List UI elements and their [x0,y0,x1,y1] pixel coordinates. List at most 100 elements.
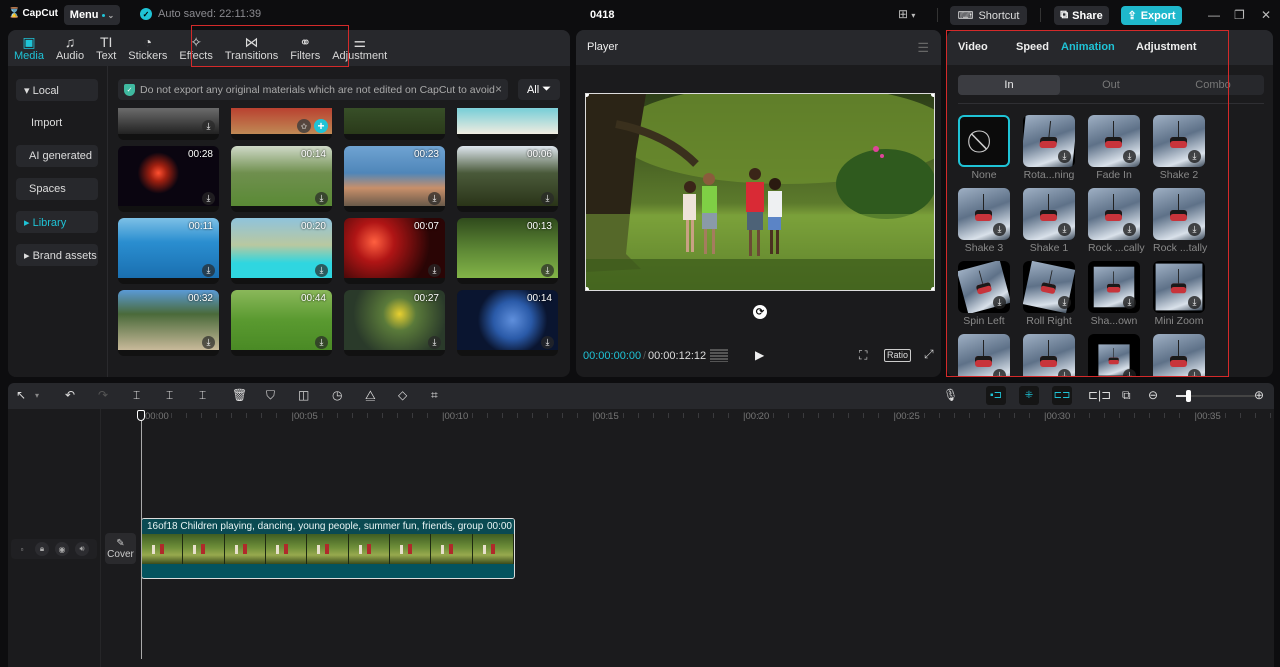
tab-filters[interactable]: ⚭ Filters [284,30,326,66]
animation-preset[interactable]: ⤓ Shake 3 [958,188,1010,254]
filter-dropdown[interactable]: All ⏷ [518,79,560,100]
tab-animation[interactable]: Animation [1061,41,1115,53]
media-item[interactable]: 00:28 ⤓ [118,146,219,212]
media-item[interactable]: 00:32 ⤓ [118,290,219,356]
playhead-handle[interactable] [137,410,145,421]
playhead-line[interactable] [141,411,142,659]
segment-out[interactable]: Out [1060,75,1162,95]
download-icon[interactable]: ⤓ [315,192,328,205]
chevron-down-icon[interactable]: ▾ [35,391,39,400]
rotate-icon[interactable]: ⟳ [753,305,767,319]
cover-button[interactable]: ✎ Cover [105,533,136,564]
download-icon[interactable]: ⤓ [1058,150,1071,163]
media-item[interactable]: 00:11 ⤓ [118,218,219,284]
zoom-out-icon[interactable]: ⊖ [1148,388,1158,402]
delete-icon[interactable]: 🗑 [232,388,247,402]
zoom-in-icon[interactable]: ⊕ [1254,388,1264,402]
download-icon[interactable]: ⤓ [993,369,1006,377]
mirror-icon[interactable]: ⧋ [365,388,376,403]
download-icon[interactable]: ⤓ [202,264,215,277]
animation-preset[interactable]: ⤓ Spin Left [958,261,1010,327]
export-button[interactable]: ⇪ Export [1121,6,1182,25]
download-icon[interactable]: ⤓ [1123,369,1136,377]
segment-combo[interactable]: Combo [1162,75,1264,95]
media-item[interactable]: 00:06 ⤓ [457,146,558,212]
animation-preset[interactable]: ⤓ Rock ...cally [1088,188,1145,254]
animation-preset[interactable]: ⤓ [1023,334,1075,377]
animation-preset[interactable]: ⤓ Fade In [1088,115,1140,181]
sidebar-item-library[interactable]: ▸ Library [16,211,98,233]
media-item[interactable]: ✩ + [231,108,332,140]
download-icon[interactable]: ⤓ [993,223,1006,236]
undo-icon[interactable]: ↶ [65,388,75,402]
animation-preset[interactable]: ⤓ Roll Right [1023,261,1075,327]
download-icon[interactable]: ⤓ [202,120,215,133]
shortcut-button[interactable]: ⌨ Shortcut [950,6,1027,25]
download-icon[interactable]: ⤓ [1058,223,1071,236]
rotate-clip-icon[interactable]: ◇ [398,388,407,402]
download-icon[interactable]: ⤓ [428,192,441,205]
resize-handle[interactable] [586,287,589,290]
share-button[interactable]: ⧉ Share [1054,6,1109,25]
layout-button[interactable]: ⊞ ▾ [898,7,915,21]
download-icon[interactable]: ⤓ [541,336,554,349]
sidebar-item-brand-assets[interactable]: ▸ Brand assets [16,244,98,266]
animation-preset[interactable]: ⤓ Shake 1 [1023,188,1075,254]
animation-preset[interactable]: ⤓ [1153,334,1205,377]
split-left-icon[interactable]: ⌶ [166,388,173,403]
play-icon[interactable]: ▶ [755,348,764,362]
sidebar-item-import[interactable]: Import [16,112,98,134]
download-icon[interactable]: ⤓ [202,336,215,349]
restore-button[interactable]: ❐ [1234,8,1245,22]
link-main-track-icon[interactable]: ▪⊐ [986,386,1006,405]
split-preview-icon[interactable]: ⊏|⊐ [1088,388,1111,402]
auto-snap-icon[interactable]: ⁜ [1019,386,1039,405]
crop-icon[interactable]: ⌗ [431,388,438,403]
split-icon[interactable]: ⌶ [133,388,140,403]
hamburger-menu-icon[interactable]: ☰ [917,40,929,56]
tab-audio[interactable]: ♫ Audio [50,30,90,66]
animation-preset[interactable]: ⃠ None [958,115,1010,181]
minimize-button[interactable]: — [1208,8,1220,22]
media-item[interactable] [457,108,558,140]
fullscreen-icon[interactable]: ⤢ [924,347,934,362]
tab-video[interactable]: Video [958,41,988,53]
timeline-ruler[interactable]: 00:00|00:05|00:10|00:15|00:20|00:25|00:3… [101,409,1274,425]
tab-media[interactable]: ▣ Media [8,30,50,66]
animation-preset[interactable]: ⤓ [1088,334,1140,377]
media-item[interactable]: 00:14 ⤓ [457,290,558,356]
tab-text[interactable]: TI Text [90,30,122,66]
waveform-icon[interactable] [710,349,728,362]
tab-adjustment[interactable]: ⚌ Adjustment [326,30,393,66]
freeze-frame-icon[interactable]: ◫ [298,388,309,402]
animation-preset[interactable]: ⤓ [958,334,1010,377]
split-right-icon[interactable]: ⌶ [199,388,206,403]
eye-icon[interactable]: ◉ [55,542,69,556]
marker-icon[interactable]: ⛉ [266,388,275,403]
sidebar-item-local[interactable]: ▾ Local [16,79,98,101]
zoom-slider-knob[interactable] [1185,390,1191,402]
tab-transitions[interactable]: ⋈ Transitions [219,30,284,66]
project-title[interactable]: 0418 [590,9,614,21]
preview-axis-icon[interactable]: ⧉ [1122,388,1131,403]
download-icon[interactable]: ⤓ [541,192,554,205]
resize-handle[interactable] [931,287,934,290]
favorite-icon[interactable]: ✩ [297,119,311,133]
speaker-icon[interactable]: 🔊︎ [75,542,89,556]
download-icon[interactable]: ⤓ [1188,150,1201,163]
animation-preset[interactable]: ⤓ Sha...own [1088,261,1140,327]
video-preview[interactable] [585,93,935,291]
close-notice-button[interactable]: × [495,82,502,96]
download-icon[interactable]: ⤓ [428,264,441,277]
resize-handle[interactable] [931,94,934,97]
download-icon[interactable]: ⤓ [428,336,441,349]
add-to-timeline-icon[interactable]: + [314,119,328,133]
media-item[interactable]: 00:07 ⤓ [344,218,445,284]
ratio-button[interactable]: Ratio [884,349,912,362]
animation-preset[interactable]: ⤓ Rota...ning [1023,115,1075,181]
download-icon[interactable]: ⤓ [1058,296,1071,309]
tab-adjustment[interactable]: Adjustment [1136,41,1197,53]
media-item[interactable]: 00:27 ⤓ [344,290,445,356]
tab-effects[interactable]: ✧ Effects [173,30,218,66]
media-item[interactable]: 00:23 ⤓ [344,146,445,212]
